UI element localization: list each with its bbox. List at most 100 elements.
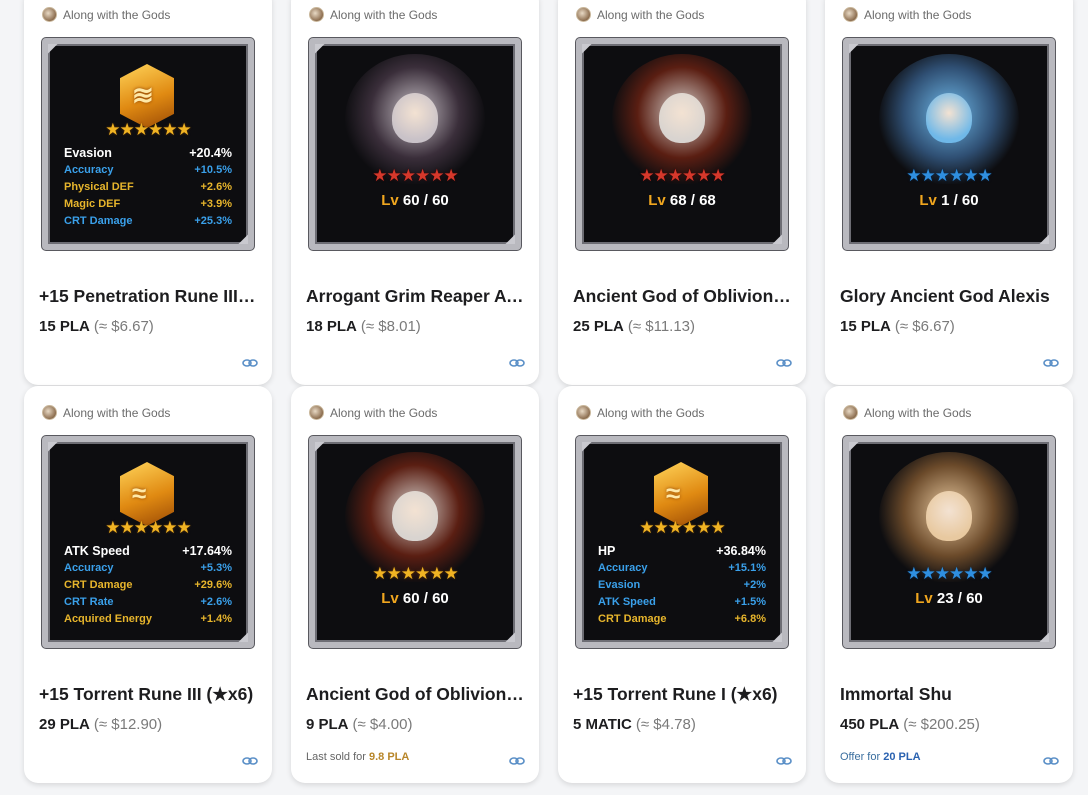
item-price: 9 PLA (≈ $4.00) — [306, 716, 412, 733]
chain-link-icon[interactable] — [242, 754, 258, 766]
hero-face-icon — [926, 491, 972, 541]
item-price: 5 MATIC (≈ $4.78) — [573, 716, 696, 733]
star-rating: ★★★★★★ — [906, 166, 992, 185]
rune-stats: HP +36.84% Accuracy +15.1% Evasion +2% ATK Spe… — [598, 544, 766, 630]
offer-info: Offer for 20 PLA — [840, 751, 921, 763]
chain-link-icon[interactable] — [776, 754, 792, 766]
hero-face-icon — [392, 93, 438, 143]
price-usd: (≈ $6.67) — [93, 318, 154, 335]
stat-value: +2.6% — [200, 181, 233, 193]
foot-prefix: Offer for — [840, 751, 881, 763]
item-title[interactable]: +15 Penetration Rune III (★x6) — [39, 286, 260, 307]
price-usd: (≈ $11.13) — [627, 318, 696, 335]
nft-card[interactable]: Along with the Gods ★★★★★★ Lv 60 / 60 Arrog… — [291, 0, 539, 385]
game-name: Along with the Gods — [597, 7, 705, 22]
hero-portrait — [345, 452, 485, 582]
game-icon — [843, 7, 858, 22]
item-price: 15 PLA (≈ $6.67) — [39, 318, 154, 335]
price-crypto: 450 PLA — [840, 716, 900, 733]
game-label[interactable]: Along with the Gods — [843, 405, 971, 420]
stat-label: Magic DEF — [64, 198, 121, 210]
price-crypto: 29 PLA — [39, 716, 90, 733]
item-title[interactable]: Ancient God of Oblivion Hel — [573, 286, 794, 307]
rune-glyph-icon: ≋ — [132, 80, 154, 110]
stat-row: Magic DEF +3.9% — [64, 198, 232, 215]
stat-row: Accuracy +15.1% — [598, 562, 766, 579]
price-crypto: 18 PLA — [306, 318, 357, 335]
level-label: Lv — [915, 590, 933, 607]
nft-card[interactable]: Along with the Gods ≈ ★★★★★★ ATK Speed +17.6… — [24, 386, 272, 783]
nft-card[interactable]: Along with the Gods ≋ ★★★★★★ Evasion +20.4% A… — [24, 0, 272, 385]
rune-stats: Evasion +20.4% Accuracy +10.5% Physical DEF +… — [64, 146, 232, 232]
chain-link-icon[interactable] — [1043, 356, 1059, 368]
item-title[interactable]: +15 Torrent Rune I (★x6) — [573, 684, 794, 705]
stat-row: ATK Speed +17.64% — [64, 544, 232, 562]
hero-portrait — [612, 54, 752, 184]
hero-level: Lv 60 / 60 — [315, 192, 515, 209]
game-label[interactable]: Along with the Gods — [309, 7, 437, 22]
chain-link-icon[interactable] — [509, 356, 525, 368]
item-image[interactable]: ★★★★★★ Lv 60 / 60 — [309, 38, 521, 250]
price-crypto: 25 PLA — [573, 318, 624, 335]
foot-value: 9.8 PLA — [368, 751, 410, 763]
hero-face-icon — [392, 491, 438, 541]
nft-card[interactable]: Along with the Gods ★★★★★★ Lv 68 / 68 Ancie… — [558, 0, 806, 385]
nft-card[interactable]: Along with the Gods ★★★★★★ Lv 23 / 60 Immor… — [825, 386, 1073, 783]
star-rating: ★★★★★★ — [105, 120, 191, 139]
stat-label: ATK Speed — [64, 544, 130, 558]
item-price: 15 PLA (≈ $6.67) — [840, 318, 955, 335]
stat-value: +6.8% — [734, 613, 767, 625]
item-image[interactable]: ★★★★★★ Lv 68 / 68 — [576, 38, 788, 250]
level-label: Lv — [648, 192, 666, 209]
item-title[interactable]: +15 Torrent Rune III (★x6) — [39, 684, 260, 705]
game-name: Along with the Gods — [864, 7, 972, 22]
game-label[interactable]: Along with the Gods — [309, 405, 437, 420]
stat-value: +1.4% — [200, 613, 233, 625]
chain-link-icon[interactable] — [1043, 754, 1059, 766]
level-label: Lv — [381, 192, 399, 209]
stat-row: Evasion +20.4% — [64, 146, 232, 164]
chain-link-icon[interactable] — [776, 356, 792, 368]
rune-stats: ATK Speed +17.64% Accuracy +5.3% CRT Damage +… — [64, 544, 232, 630]
stat-value: +20.4% — [189, 146, 232, 160]
game-label[interactable]: Along with the Gods — [42, 7, 170, 22]
chain-link-icon[interactable] — [509, 754, 525, 766]
stat-row: Accuracy +10.5% — [64, 164, 232, 181]
chain-link-icon[interactable] — [242, 356, 258, 368]
nft-card[interactable]: Along with the Gods ★★★★★★ Lv 60 / 60 Ancie… — [291, 386, 539, 783]
item-image[interactable]: ★★★★★★ Lv 1 / 60 — [843, 38, 1055, 250]
item-title[interactable]: Immortal Shu — [840, 684, 1061, 705]
item-image[interactable]: ≋ ★★★★★★ Evasion +20.4% Accuracy +10.5% Physic… — [42, 38, 254, 250]
game-icon — [42, 405, 57, 420]
game-icon — [576, 405, 591, 420]
rune-glyph-icon: ≈ — [666, 478, 681, 508]
hero-level: Lv 68 / 68 — [582, 192, 782, 209]
item-title[interactable]: Arrogant Grim Reaper Ayanna — [306, 286, 527, 307]
star-rating: ★★★★★★ — [372, 564, 458, 583]
game-label[interactable]: Along with the Gods — [843, 7, 971, 22]
nft-card[interactable]: Along with the Gods ≈ ★★★★★★ HP +36.84% Accur… — [558, 386, 806, 783]
rune-icon — [120, 462, 174, 526]
stat-value: +3.9% — [200, 198, 233, 210]
game-label[interactable]: Along with the Gods — [42, 405, 170, 420]
nft-card[interactable]: Along with the Gods ★★★★★★ Lv 1 / 60 Glory … — [825, 0, 1073, 385]
stat-label: ATK Speed — [598, 596, 656, 608]
game-label[interactable]: Along with the Gods — [576, 7, 704, 22]
level-value: 68 / 68 — [669, 192, 716, 209]
game-name: Along with the Gods — [63, 7, 171, 22]
stat-row: ATK Speed +1.5% — [598, 596, 766, 613]
star-rating: ★★★★★★ — [105, 518, 191, 537]
item-image[interactable]: ★★★★★★ Lv 23 / 60 — [843, 436, 1055, 648]
item-title[interactable]: Glory Ancient God Alexis — [840, 286, 1061, 307]
item-image[interactable]: ★★★★★★ Lv 60 / 60 — [309, 436, 521, 648]
price-crypto: 9 PLA — [306, 716, 349, 733]
game-name: Along with the Gods — [597, 405, 705, 420]
item-image[interactable]: ≈ ★★★★★★ ATK Speed +17.64% Accuracy +5.3% CRT … — [42, 436, 254, 648]
game-label[interactable]: Along with the Gods — [576, 405, 704, 420]
stat-label: HP — [598, 544, 616, 558]
item-image[interactable]: ≈ ★★★★★★ HP +36.84% Accuracy +15.1% Evasion +2%… — [576, 436, 788, 648]
nft-grid: Along with the Gods ≋ ★★★★★★ Evasion +20.4% A… — [0, 0, 1088, 795]
item-title[interactable]: Ancient God of Oblivion Hel — [306, 684, 527, 705]
item-price: 25 PLA (≈ $11.13) — [573, 318, 695, 335]
stat-row: CRT Rate +2.6% — [64, 596, 232, 613]
